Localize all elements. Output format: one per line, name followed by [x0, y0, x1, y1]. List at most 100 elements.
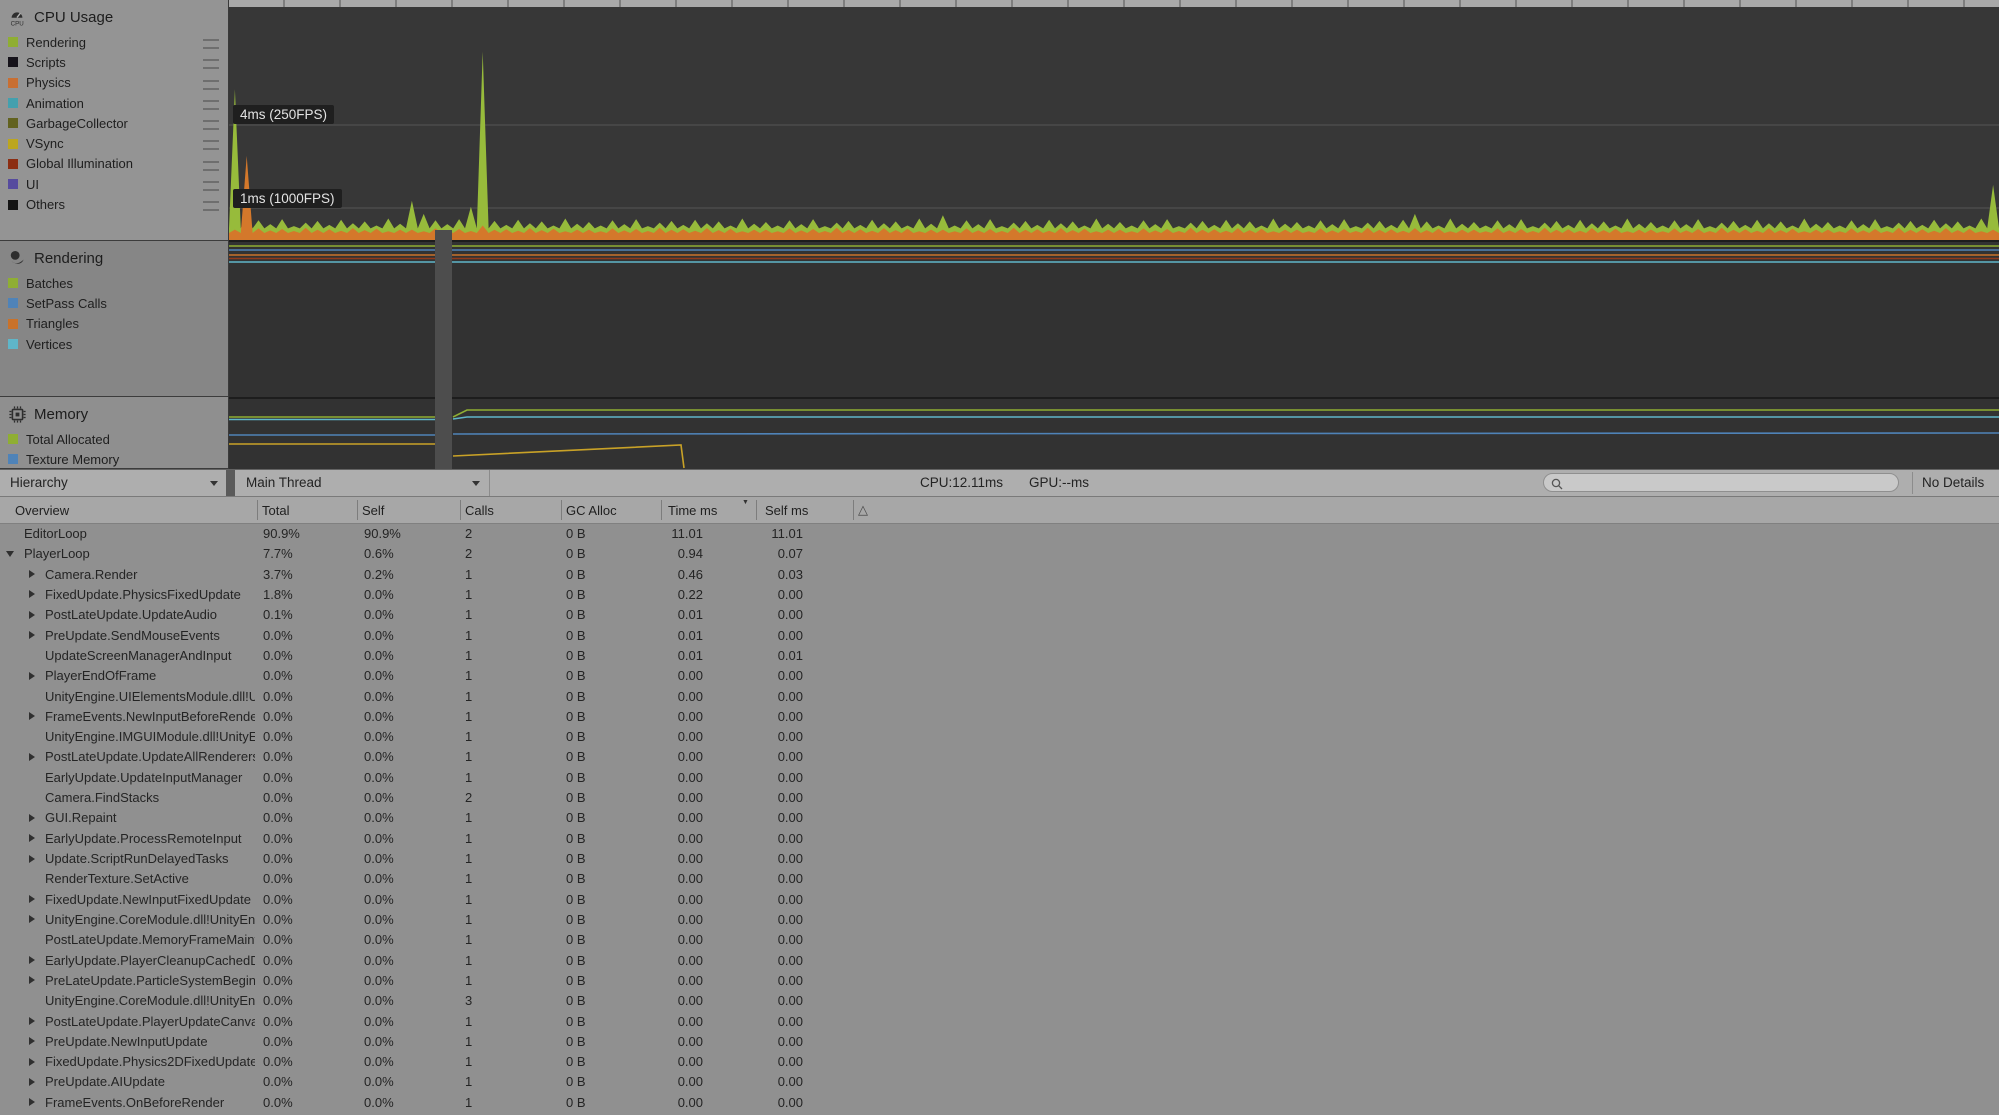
table-row[interactable]: PreLateUpdate.ParticleSystemBeginUpdateA…	[0, 971, 1999, 991]
table-row[interactable]: PreUpdate.NewInputUpdate 0.0% 0.0% 1 0 B 0.00…	[0, 1032, 1999, 1052]
drag-handle-icon[interactable]	[203, 140, 219, 151]
column-separator[interactable]	[357, 500, 358, 520]
table-row[interactable]: PreUpdate.AIUpdate 0.0% 0.0% 1 0 B 0.00 0.00	[0, 1072, 1999, 1092]
column-separator[interactable]	[257, 500, 258, 520]
table-row[interactable]: FrameEvents.OnBeforeRender 0.0% 0.0% 1 0 B 0.…	[0, 1093, 1999, 1113]
search-input[interactable]	[1543, 473, 1899, 492]
expand-arrow-icon[interactable]	[29, 712, 35, 721]
legend-item-global-illumination[interactable]: Global Illumination	[0, 154, 228, 174]
table-row[interactable]: FixedUpdate.PhysicsFixedUpdate 1.8% 0.0% 1 0…	[0, 585, 1999, 605]
module-memory[interactable]: Memory Total Allocated Texture Memory	[0, 397, 228, 469]
column-separator[interactable]	[460, 500, 461, 520]
table-row[interactable]: PostLateUpdate.UpdateAudio 0.1% 0.0% 1 0 B 0.…	[0, 605, 1999, 625]
table-row[interactable]: FrameEvents.NewInputBeforeRender 0.0% 0.0%…	[0, 707, 1999, 727]
legend-item-ui[interactable]: UI	[0, 174, 228, 194]
module-rendering[interactable]: Rendering Batches SetPass Calls Triangles Ve…	[0, 241, 228, 397]
column-self[interactable]: Self	[362, 503, 384, 518]
table-row[interactable]: PlayerEndOfFrame 0.0% 0.0% 1 0 B 0.00 0.00	[0, 666, 1999, 686]
table-row[interactable]: EarlyUpdate.PlayerCleanupCachedData 0.0% 0…	[0, 951, 1999, 971]
expand-arrow-icon[interactable]	[29, 1077, 35, 1086]
column-separator[interactable]	[661, 500, 662, 520]
legend-item-garbagecollector[interactable]: GarbageCollector	[0, 113, 228, 133]
column-gc-alloc[interactable]: GC Alloc	[566, 503, 617, 518]
expand-arrow-icon[interactable]	[29, 1017, 35, 1025]
expand-arrow-icon[interactable]	[29, 834, 35, 843]
warning-triangle-icon[interactable]: △	[858, 502, 868, 518]
expand-arrow-icon[interactable]	[29, 671, 35, 680]
table-row[interactable]: EarlyUpdate.ProcessRemoteInput 0.0% 0.0% 1 0…	[0, 829, 1999, 849]
column-separator[interactable]	[561, 500, 562, 520]
table-row[interactable]: PostLateUpdate.MemoryFrameMaintenance 0.0…	[0, 930, 1999, 950]
legend-item-setpass-calls[interactable]: SetPass Calls	[0, 293, 228, 313]
drag-handle-icon[interactable]	[203, 120, 219, 131]
column-self-ms[interactable]: Self ms	[765, 503, 808, 518]
expand-arrow-icon[interactable]	[29, 813, 35, 822]
table-row[interactable]: UnityEngine.CoreModule.dll!UnityEngine 0.…	[0, 991, 1999, 1011]
frame-tick-strip[interactable]	[229, 0, 1999, 7]
column-separator[interactable]	[756, 500, 757, 520]
drag-handle-icon[interactable]	[203, 99, 219, 110]
module-header-memory[interactable]: Memory	[0, 397, 228, 429]
table-row[interactable]: UnityEngine.IMGUIModule.dll!UnityEngine 0…	[0, 727, 1999, 747]
table-row[interactable]: GUI.Repaint 0.0% 0.0% 1 0 B 0.00 0.00	[0, 808, 1999, 828]
module-cpu[interactable]: CPU CPU Usage Rendering Scripts Physics Anima…	[0, 0, 228, 241]
drag-handle-icon[interactable]	[203, 59, 219, 70]
table-row[interactable]: FixedUpdate.Physics2DFixedUpdate 0.0% 0.0%…	[0, 1052, 1999, 1072]
drag-handle-icon[interactable]	[203, 39, 219, 49]
table-row[interactable]: PostLateUpdate.UpdateAllRenderers 0.0% 0.0…	[0, 747, 1999, 767]
collapse-arrow-icon[interactable]	[6, 551, 14, 558]
legend-item-rendering[interactable]: Rendering	[0, 32, 228, 52]
expand-arrow-icon[interactable]	[29, 1057, 35, 1066]
module-header-rendering[interactable]: Rendering	[0, 241, 228, 273]
expand-arrow-icon[interactable]	[29, 570, 35, 579]
expand-arrow-icon[interactable]	[29, 1037, 35, 1046]
table-row[interactable]: EditorLoop 90.9% 90.9% 2 0 B 11.01 11.01	[0, 524, 1999, 544]
column-calls[interactable]: Calls	[465, 503, 494, 518]
profiler-charts[interactable]: 4ms (250FPS) 1ms (1000FPS)	[229, 0, 1999, 469]
legend-item-batches[interactable]: Batches	[0, 273, 228, 293]
expand-arrow-icon[interactable]	[29, 752, 35, 761]
module-header-cpu[interactable]: CPU CPU Usage	[0, 0, 228, 32]
table-row[interactable]: FixedUpdate.NewInputFixedUpdate 0.0% 0.0% 1…	[0, 890, 1999, 910]
table-row[interactable]: Camera.Render 3.7% 0.2% 1 0 B 0.46 0.03	[0, 565, 1999, 585]
legend-item-physics[interactable]: Physics	[0, 73, 228, 93]
expand-arrow-icon[interactable]	[29, 590, 35, 599]
table-row[interactable]: Update.ScriptRunDelayedTasks 0.0% 0.0% 1 0 B…	[0, 849, 1999, 869]
table-row[interactable]: UnityEngine.UIElementsModule.dll!UnityEn…	[0, 687, 1999, 707]
drag-handle-icon[interactable]	[203, 79, 219, 90]
drag-handle-icon[interactable]	[203, 181, 219, 192]
column-overview[interactable]: Overview	[15, 503, 69, 518]
column-total[interactable]: Total	[262, 503, 289, 518]
legend-item-triangles[interactable]: Triangles	[0, 314, 228, 334]
table-row[interactable]: PostLateUpdate.PlayerUpdateCanvases 0.0% 0…	[0, 1012, 1999, 1032]
column-time-ms[interactable]: Time ms	[668, 503, 717, 518]
legend-item-total-allocated[interactable]: Total Allocated	[0, 429, 228, 449]
expand-arrow-icon[interactable]	[29, 976, 35, 985]
expand-arrow-icon[interactable]	[29, 631, 35, 640]
expand-arrow-icon[interactable]	[29, 895, 35, 904]
expand-arrow-icon[interactable]	[29, 854, 35, 863]
expand-arrow-icon[interactable]	[29, 610, 35, 619]
legend-item-vsync[interactable]: VSync	[0, 133, 228, 153]
cpu-rendering-memory-chart[interactable]	[229, 0, 1999, 469]
table-row[interactable]: RenderTexture.SetActive 0.0% 0.0% 1 0 B 0.00 0…	[0, 869, 1999, 889]
table-row[interactable]: PlayerLoop 7.7% 0.6% 2 0 B 0.94 0.07	[0, 544, 1999, 564]
expand-arrow-icon[interactable]	[29, 915, 35, 924]
table-row[interactable]: PreUpdate.SendMouseEvents 0.0% 0.0% 1 0 B 0.0…	[0, 626, 1999, 646]
expand-arrow-icon[interactable]	[29, 1098, 35, 1107]
legend-item-vertices[interactable]: Vertices	[0, 334, 228, 354]
legend-item-texture-memory[interactable]: Texture Memory	[0, 449, 228, 468]
drag-handle-icon[interactable]	[203, 160, 219, 171]
expand-arrow-icon[interactable]	[29, 956, 35, 965]
legend-item-animation[interactable]: Animation	[0, 93, 228, 113]
table-row[interactable]: UnityEngine.CoreModule.dll!UnityEngine 0.…	[0, 910, 1999, 930]
drag-handle-icon[interactable]	[203, 201, 219, 212]
legend-item-others[interactable]: Others	[0, 194, 228, 214]
table-row[interactable]: UpdateScreenManagerAndInput 0.0% 0.0% 1 0 B 0…	[0, 646, 1999, 666]
column-separator[interactable]	[853, 500, 854, 520]
legend-item-scripts[interactable]: Scripts	[0, 52, 228, 72]
details-view-dropdown[interactable]: No Details	[1922, 470, 1984, 496]
table-row[interactable]: Camera.FindStacks 0.0% 0.0% 2 0 B 0.00 0.00	[0, 788, 1999, 808]
view-mode-dropdown[interactable]: Hierarchy	[0, 470, 227, 496]
thread-dropdown[interactable]: Main Thread	[236, 470, 490, 496]
